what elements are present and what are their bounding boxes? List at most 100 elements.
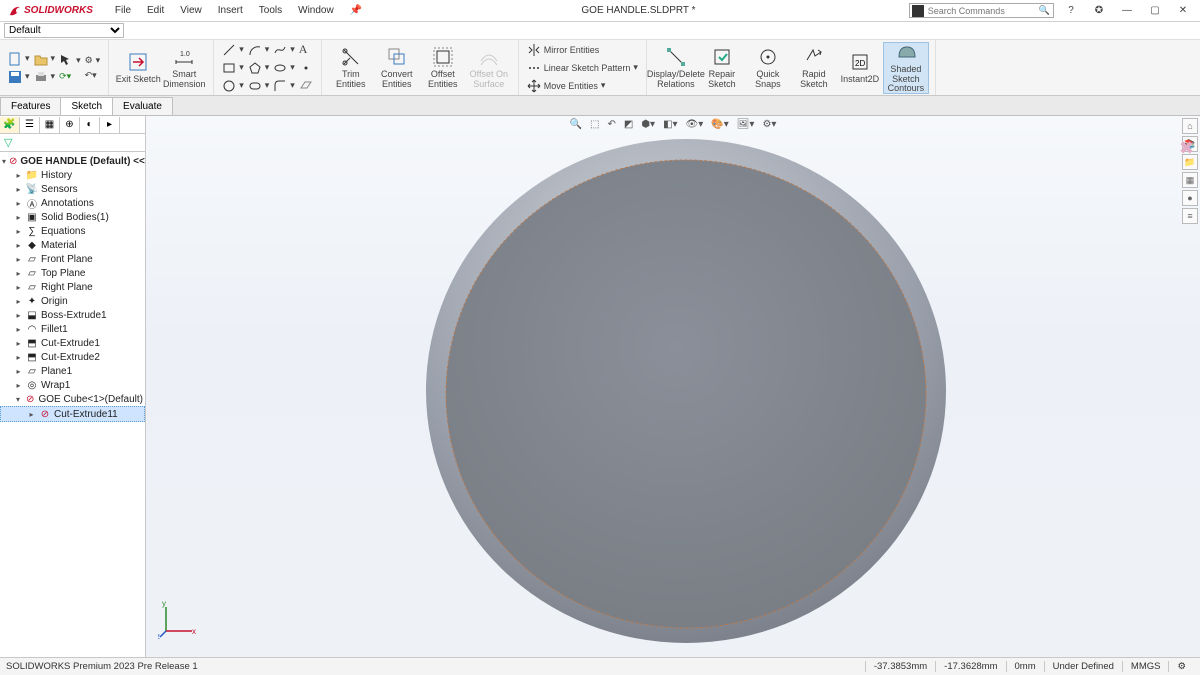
smart-dimension-button[interactable]: 1.0 Smart Dimension xyxy=(161,42,207,94)
rebuild-button[interactable]: ⟳▾ xyxy=(57,70,83,83)
mirror-entities-button[interactable]: Mirror Entities xyxy=(525,42,640,58)
tree-item[interactable]: ▸▣Solid Bodies(1) xyxy=(0,210,145,224)
quick-snaps-button[interactable]: Quick Snaps xyxy=(745,42,791,94)
tree-item[interactable]: ▸◆Material xyxy=(0,238,145,252)
origin-icon: ✦ xyxy=(26,295,38,307)
offset-entities-button[interactable]: Offset Entities xyxy=(420,42,466,94)
tree-filter-icon[interactable]: ▽ xyxy=(4,136,12,149)
repair-sketch-button[interactable]: Repair Sketch xyxy=(699,42,745,94)
property-manager-tab[interactable]: ☰ xyxy=(20,117,40,133)
whatsnew-icon[interactable]: ✪ xyxy=(1088,5,1110,16)
polygon-tool[interactable]: ▾ xyxy=(246,60,272,76)
undo-button[interactable]: ↶▾ xyxy=(83,69,103,82)
menu-insert[interactable]: Insert xyxy=(212,3,249,18)
print-button[interactable]: ▾ xyxy=(32,69,58,85)
menu-pin-icon[interactable]: 📌 xyxy=(344,3,368,18)
rapid-label: Rapid Sketch xyxy=(791,70,837,90)
tab-features[interactable]: Features xyxy=(0,97,61,115)
options-button[interactable]: ⚙▾ xyxy=(83,54,103,67)
folder-icon: 📁 xyxy=(26,169,38,181)
title-bar: SOLIDWORKS File Edit View Insert Tools W… xyxy=(0,0,1200,22)
offset-icon xyxy=(432,46,454,68)
trim-icon xyxy=(340,46,362,68)
menu-file[interactable]: File xyxy=(109,3,137,18)
tree-subassembly[interactable]: ▾ ⊘ GOE Cube<1>(Default) xyxy=(0,392,145,406)
status-coord-y: -17.3628mm xyxy=(935,661,1005,672)
linear-pattern-button[interactable]: Linear Sketch Pattern▾ xyxy=(525,60,640,76)
select-button[interactable]: ▾ xyxy=(57,52,83,68)
tree-selected-feature[interactable]: ▸ ⊘ Cut-Extrude11 xyxy=(0,406,145,422)
move-entities-button[interactable]: Move Entities▾ xyxy=(525,78,640,94)
convert-entities-button[interactable]: Convert Entities xyxy=(374,42,420,94)
new-button[interactable]: ▾ xyxy=(6,51,32,67)
tree-root[interactable]: ▾ ⊘ GOE HANDLE (Default) <<Default xyxy=(0,154,145,168)
spline-tool[interactable]: ▾ xyxy=(271,42,297,58)
overflow-tab[interactable]: ▸ xyxy=(100,117,120,133)
menu-view[interactable]: View xyxy=(174,3,208,18)
menu-tools[interactable]: Tools xyxy=(253,3,288,18)
configuration-select[interactable]: Default xyxy=(4,23,124,38)
minimize-button[interactable]: — xyxy=(1116,5,1138,16)
exit-sketch-button[interactable]: Exit Sketch xyxy=(115,42,161,94)
search-input[interactable] xyxy=(926,6,1036,16)
plane-tool[interactable] xyxy=(297,78,315,94)
new-doc-icon xyxy=(8,52,22,66)
trim-entities-button[interactable]: Trim Entities xyxy=(328,42,374,94)
open-button[interactable]: ▾ xyxy=(32,51,58,67)
extrude-icon: ⬓ xyxy=(26,309,38,321)
status-sketch-state: Under Defined xyxy=(1044,661,1122,672)
shaded-sketch-contours-button[interactable]: Shaded Sketch Contours xyxy=(883,42,929,94)
command-search[interactable]: 🔍 xyxy=(909,3,1054,18)
ellipse-tool[interactable]: ▾ xyxy=(271,60,297,76)
tree-item[interactable]: ▸◠Fillet1 xyxy=(0,322,145,336)
instant2d-button[interactable]: 2D Instant2D xyxy=(837,42,883,94)
display-relations-button[interactable]: Display/Delete Relations xyxy=(653,42,699,94)
tree-item[interactable]: ▸▱Front Plane xyxy=(0,252,145,266)
tree-item[interactable]: ▸▱Right Plane xyxy=(0,280,145,294)
polygon-icon xyxy=(248,61,262,75)
circle-tool[interactable]: ▾ xyxy=(220,78,246,94)
menu-edit[interactable]: Edit xyxy=(141,3,170,18)
status-settings-icon[interactable]: ⚙ xyxy=(1168,661,1194,672)
text-tool[interactable]: A xyxy=(297,41,315,58)
help-icon[interactable]: ? xyxy=(1060,5,1082,16)
slot-tool[interactable]: ▾ xyxy=(246,78,272,94)
fillet-tool[interactable]: ▾ xyxy=(271,78,297,94)
tree-toolbar: ▽ xyxy=(0,134,145,152)
display-manager-tab[interactable]: ◐ xyxy=(80,117,100,133)
dimxpert-tab[interactable]: ⊕ xyxy=(60,117,80,133)
arc-tool[interactable]: ▾ xyxy=(246,42,272,58)
svg-text:y: y xyxy=(162,599,166,608)
close-button[interactable]: ✕ xyxy=(1172,5,1194,16)
view-triad[interactable]: y x z xyxy=(158,599,198,639)
rectangle-tool[interactable]: ▾ xyxy=(220,60,246,76)
tree-item[interactable]: ▸⬒Cut-Extrude2 xyxy=(0,350,145,364)
tree-item[interactable]: ▸📡Sensors xyxy=(0,182,145,196)
tree-item[interactable]: ▸◎Wrap1 xyxy=(0,378,145,392)
document-title: GOE HANDLE.SLDPRT * xyxy=(368,5,909,16)
save-button[interactable]: ▾ xyxy=(6,69,32,85)
tab-sketch[interactable]: Sketch xyxy=(60,97,113,115)
search-icon[interactable]: 🔍 xyxy=(1036,5,1053,16)
tree-item[interactable]: ▸⬒Cut-Extrude1 xyxy=(0,336,145,350)
point-tool[interactable] xyxy=(297,60,315,76)
configuration-manager-tab[interactable]: ▦ xyxy=(40,117,60,133)
menu-window[interactable]: Window xyxy=(292,3,340,18)
feature-manager-tab[interactable]: 🧩 xyxy=(0,117,20,133)
tree-item[interactable]: ▸▱Top Plane xyxy=(0,266,145,280)
graphics-viewport[interactable]: 🔍 ⬚ ↶ ◩ ⬢▾ ◧▾ 👁▾ 🎨▾ 🖼▾ ⚙▾ ⌂ 📚 📁 ▦ ● ≡ ✖ xyxy=(146,116,1200,657)
tree-item[interactable]: ▸📁History xyxy=(0,168,145,182)
rapid-sketch-button[interactable]: Rapid Sketch xyxy=(791,42,837,94)
tab-evaluate[interactable]: Evaluate xyxy=(112,97,173,115)
maximize-button[interactable]: ▢ xyxy=(1144,5,1166,16)
feature-tree[interactable]: ▾ ⊘ GOE HANDLE (Default) <<Default ▸📁His… xyxy=(0,152,145,657)
tree-item[interactable]: ▸∑Equations xyxy=(0,224,145,238)
line-tool[interactable]: ▾ xyxy=(220,42,246,58)
tree-item[interactable]: ▸ⒶAnnotations xyxy=(0,196,145,210)
tree-item[interactable]: ▸✦Origin xyxy=(0,294,145,308)
tree-item[interactable]: ▸▱Plane1 xyxy=(0,364,145,378)
tree-item[interactable]: ▸⬓Boss-Extrude1 xyxy=(0,308,145,322)
sensor-icon: 📡 xyxy=(26,183,38,195)
status-units[interactable]: MMGS xyxy=(1122,661,1169,672)
shaded-contours-icon xyxy=(895,41,917,63)
